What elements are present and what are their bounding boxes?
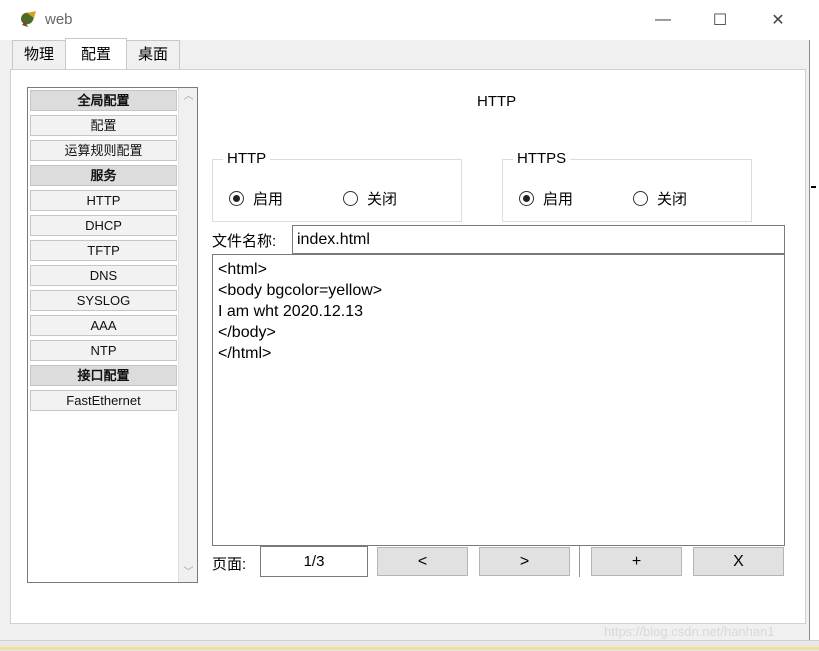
- sidebar-header-services: 服务: [30, 165, 177, 186]
- http-group-legend: HTTP: [223, 150, 271, 167]
- tab-desktop[interactable]: 桌面: [126, 40, 181, 69]
- add-page-button[interactable]: +: [591, 547, 682, 576]
- https-off-label: 关闭: [657, 191, 688, 208]
- app-window: web — ☐ ✕ 物理 配置 桌面 全局配置 配置 运算规则配置 服务 HTT…: [0, 0, 810, 640]
- page-label: 页面:: [212, 556, 247, 573]
- tab-bar: 物理 配置 桌面: [12, 38, 181, 70]
- sidebar-item-settings[interactable]: 配置: [30, 115, 177, 136]
- tab-physical[interactable]: 物理: [12, 40, 67, 69]
- app-icon: [21, 11, 36, 27]
- sidebar-item-tftp[interactable]: TFTP: [30, 240, 177, 261]
- https-on-option[interactable]: 启用: [519, 188, 573, 209]
- sidebar: 全局配置 配置 运算规则配置 服务 HTTP DHCP TFTP DNS SYS…: [27, 87, 198, 583]
- http-group: HTTP 启用 关闭: [212, 150, 462, 222]
- sidebar-list: 全局配置 配置 运算规则配置 服务 HTTP DHCP TFTP DNS SYS…: [30, 90, 177, 415]
- title-bar: web — ☐ ✕: [0, 0, 810, 40]
- radio-checked-icon[interactable]: [519, 191, 534, 206]
- scroll-down-icon[interactable]: ﹀: [179, 564, 198, 582]
- button-divider: [579, 546, 580, 577]
- tab-config[interactable]: 配置: [65, 38, 128, 69]
- https-on-label: 启用: [543, 191, 574, 208]
- sidebar-item-fastethernet[interactable]: FastEthernet: [30, 390, 177, 411]
- radio-unchecked-icon[interactable]: [633, 191, 648, 206]
- next-page-button[interactable]: >: [479, 547, 570, 576]
- sidebar-item-dhcp[interactable]: DHCP: [30, 215, 177, 236]
- https-group-legend: HTTPS: [513, 150, 571, 167]
- sidebar-scrollbar[interactable]: ︿ ﹀: [178, 88, 197, 582]
- edge-mark: [811, 186, 816, 188]
- scroll-up-icon[interactable]: ︿: [179, 88, 198, 106]
- http-on-label: 启用: [253, 191, 284, 208]
- filename-label: 文件名称:: [212, 233, 277, 250]
- html-editor[interactable]: <html> <body bgcolor=yellow> I am wht 20…: [212, 254, 785, 546]
- prev-page-button[interactable]: <: [377, 547, 468, 576]
- radio-unchecked-icon[interactable]: [343, 191, 358, 206]
- watermark-text: https://blog.csdn.net/hanhan1: [604, 624, 775, 639]
- config-panel: 全局配置 配置 运算规则配置 服务 HTTP DHCP TFTP DNS SYS…: [10, 69, 806, 624]
- sidebar-header-global: 全局配置: [30, 90, 177, 111]
- delete-page-button[interactable]: X: [693, 547, 784, 576]
- minimize-button[interactable]: —: [640, 0, 686, 40]
- sidebar-item-syslog[interactable]: SYSLOG: [30, 290, 177, 311]
- https-group: HTTPS 启用 关闭: [502, 150, 752, 222]
- sidebar-header-interfaces: 接口配置: [30, 365, 177, 386]
- filename-input[interactable]: [292, 225, 785, 254]
- sidebar-item-aaa[interactable]: AAA: [30, 315, 177, 336]
- sidebar-item-http[interactable]: HTTP: [30, 190, 177, 211]
- close-button[interactable]: ✕: [755, 0, 801, 40]
- window-title: web: [45, 11, 73, 28]
- page-title: HTTP: [477, 93, 517, 110]
- sidebar-item-ntp[interactable]: NTP: [30, 340, 177, 361]
- radio-checked-icon[interactable]: [229, 191, 244, 206]
- sidebar-item-algorithm[interactable]: 运算规则配置: [30, 140, 177, 161]
- maximize-button[interactable]: ☐: [697, 0, 743, 40]
- http-off-option[interactable]: 关闭: [343, 188, 397, 209]
- page-indicator: 1/3: [260, 546, 368, 577]
- http-off-label: 关闭: [367, 191, 398, 208]
- https-off-option[interactable]: 关闭: [633, 188, 687, 209]
- sidebar-item-dns[interactable]: DNS: [30, 265, 177, 286]
- http-on-option[interactable]: 启用: [229, 188, 283, 209]
- taskbar-accent-line: [0, 647, 819, 650]
